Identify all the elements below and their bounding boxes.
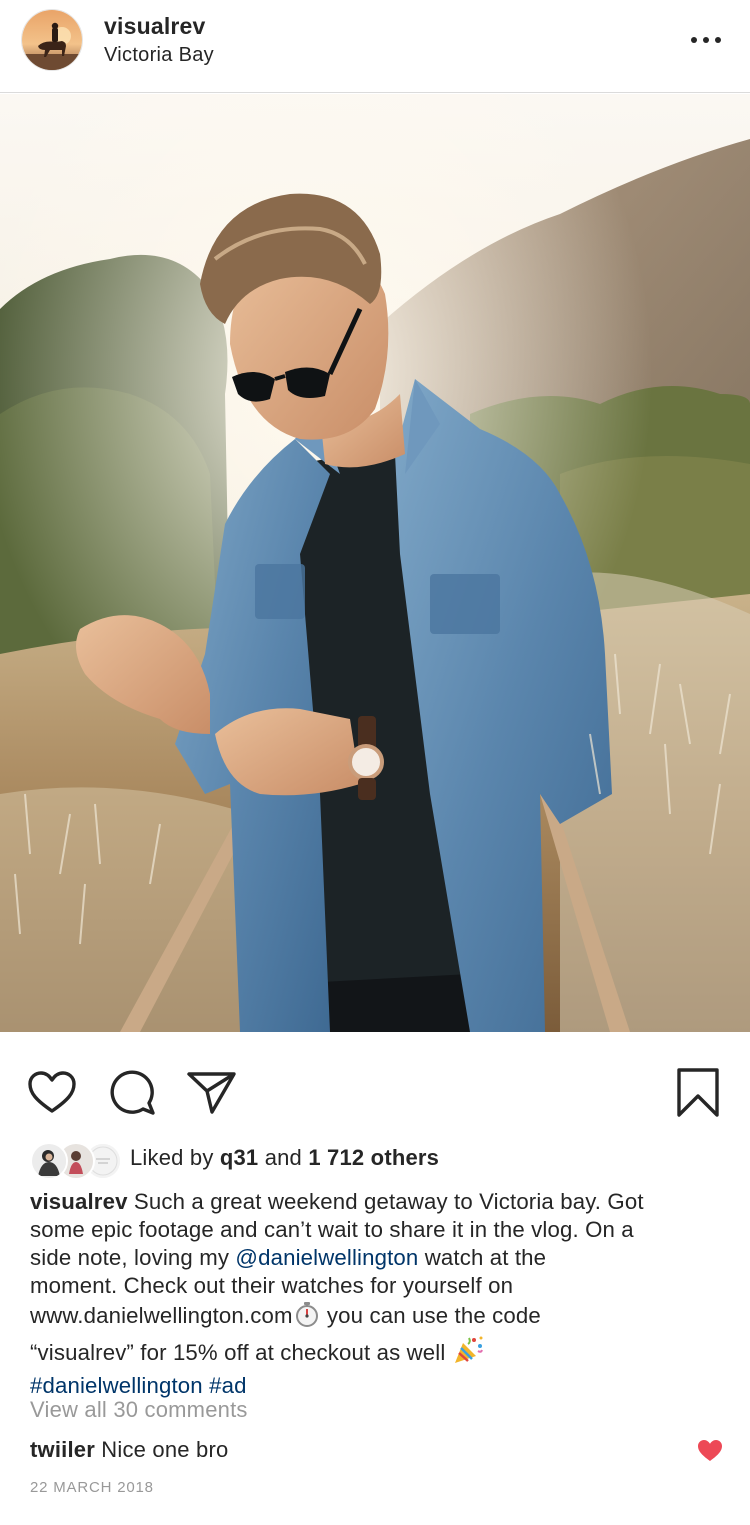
more-dot xyxy=(703,37,709,43)
likes-summary[interactable]: Liked by q31 and 1 712 others xyxy=(130,1145,439,1171)
caption-username[interactable]: visualrev xyxy=(30,1189,128,1214)
liker-avatar xyxy=(30,1142,68,1180)
caption-line: visualrev Such a great weekend getaway t… xyxy=(30,1188,730,1216)
likes-user[interactable]: q31 xyxy=(220,1145,259,1170)
more-options-icon[interactable] xyxy=(684,24,728,56)
caption-url[interactable]: www.danielwellington.com xyxy=(30,1303,293,1328)
likes-prefix: Liked by xyxy=(130,1145,214,1170)
stopwatch-icon xyxy=(293,1300,321,1335)
hashtag-link[interactable]: #danielwellington xyxy=(30,1373,203,1398)
user-avatar[interactable] xyxy=(21,9,83,71)
caption-text: side note, loving my xyxy=(30,1245,230,1270)
post-photo[interactable] xyxy=(0,94,750,1032)
comment-text: Nice one bro xyxy=(101,1437,229,1462)
likes-joiner: and xyxy=(264,1145,302,1170)
comment-username[interactable]: twiiler xyxy=(30,1437,95,1462)
caption-line: side note, loving my @danielwellington w… xyxy=(30,1244,730,1272)
post-username[interactable]: visualrev xyxy=(104,13,206,40)
post-caption: visualrev Such a great weekend getaway t… xyxy=(30,1188,730,1400)
party-popper-icon xyxy=(452,1335,484,1372)
post-header: visualrev Victoria Bay xyxy=(0,0,750,93)
share-icon[interactable] xyxy=(186,1069,238,1117)
post-date: 22 MARCH 2018 xyxy=(30,1479,154,1496)
like-icon[interactable] xyxy=(27,1069,77,1117)
bookmark-icon[interactable] xyxy=(675,1067,721,1119)
likes-others[interactable]: 1 712 others xyxy=(308,1145,439,1170)
view-all-comments-link[interactable]: View all 30 comments xyxy=(30,1397,248,1423)
post-location[interactable]: Victoria Bay xyxy=(104,44,214,67)
comment-like-icon[interactable] xyxy=(697,1439,723,1463)
comment-item: twiiler Nice one bro xyxy=(30,1437,228,1463)
caption-line: www.danielwellington.com you can use the… xyxy=(30,1300,730,1335)
caption-line: #danielwellington #ad xyxy=(30,1372,730,1400)
comment-icon[interactable] xyxy=(107,1069,157,1117)
liked-by-avatars[interactable] xyxy=(30,1142,122,1180)
caption-text: Such a great weekend getaway to Victoria… xyxy=(133,1189,644,1214)
caption-line: moment. Check out their watches for your… xyxy=(30,1273,514,1298)
more-dot xyxy=(691,37,697,43)
caption-line: some epic footage and can’t wait to shar… xyxy=(30,1217,634,1242)
more-dot xyxy=(715,37,721,43)
hashtag-link[interactable]: #ad xyxy=(209,1373,246,1398)
mention-link[interactable]: @danielwellington xyxy=(235,1245,418,1270)
caption-text: “visualrev” for 15% off at checkout as w… xyxy=(30,1340,446,1365)
caption-text: you can use the code xyxy=(326,1303,541,1328)
caption-text: watch at the xyxy=(424,1245,547,1270)
caption-line: “visualrev” for 15% off at checkout as w… xyxy=(30,1335,730,1372)
